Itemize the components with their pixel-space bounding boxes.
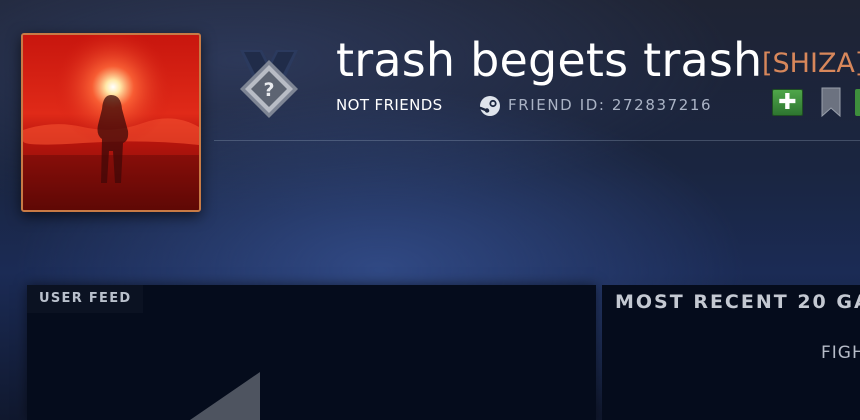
friend-id: FRIEND ID: 272837216: [508, 96, 713, 114]
player-name: trash begets trash: [336, 33, 763, 87]
steam-icon[interactable]: [479, 95, 501, 117]
unknown-rank-medal-icon[interactable]: ?: [232, 46, 306, 126]
header-divider: [214, 140, 860, 141]
bookmark-icon[interactable]: [818, 86, 844, 118]
user-feed-panel: USER FEED: [27, 285, 596, 420]
team-tag[interactable]: [SHIZA]: [762, 46, 860, 82]
relationship-status: NOT FRIENDS: [336, 96, 443, 114]
recent-games-title: MOST RECENT 20 GA: [615, 291, 860, 313]
more-actions-button[interactable]: [855, 89, 860, 116]
add-friend-button[interactable]: ✚: [772, 89, 803, 116]
avatar-image: [23, 35, 199, 210]
recent-games-subtitle: FIGH: [821, 343, 860, 363]
user-feed-title: USER FEED: [27, 285, 144, 313]
recent-games-panel: MOST RECENT 20 GA FIGH: [602, 285, 860, 420]
player-avatar[interactable]: [21, 33, 201, 212]
svg-text:?: ?: [263, 79, 274, 101]
plus-icon: ✚: [778, 90, 797, 115]
recent-games-chart-corner: [190, 372, 260, 420]
